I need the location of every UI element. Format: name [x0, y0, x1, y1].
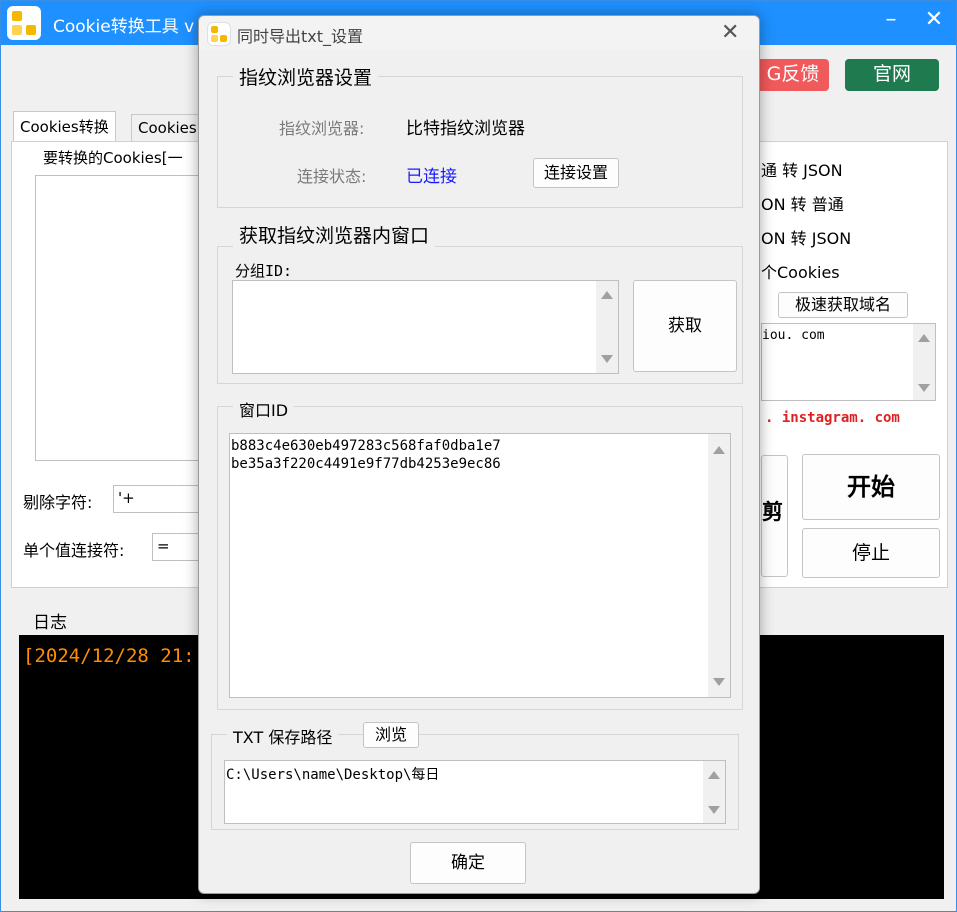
stop-button[interactable]: 停止	[802, 528, 940, 578]
domain-scrollbar[interactable]	[913, 324, 935, 400]
conn-status-label: 连接状态:	[297, 167, 367, 186]
save-path-input[interactable]: C:\Users\name\Desktop\每日	[224, 760, 726, 824]
joiner-input[interactable]: =	[152, 533, 204, 561]
close-icon[interactable]: ✕	[916, 7, 952, 32]
window-id-line-1: b883c4e630eb497283c568faf0dba1e7	[231, 438, 501, 454]
group-id-label: 分组ID:	[235, 262, 293, 280]
group-id-input[interactable]	[232, 280, 619, 374]
domain-textbox[interactable]: iou. com	[761, 323, 936, 401]
tab-cookies-other[interactable]: Cookies	[131, 114, 204, 141]
website-button[interactable]: 官网	[845, 59, 939, 91]
start-button[interactable]: 开始	[802, 454, 940, 520]
option-normal-to-json[interactable]: 通 转 JSON	[761, 157, 843, 181]
dialog-title: 同时导出txt_设置	[237, 27, 364, 46]
scroll-up-icon[interactable]	[708, 771, 720, 779]
window-id-textbox[interactable]: b883c4e630eb497283c568faf0dba1e7 be35a3f…	[229, 433, 731, 698]
dialog-logo-icon	[207, 22, 231, 46]
strip-label: 剔除字符:	[23, 493, 93, 512]
scroll-down-icon[interactable]	[601, 355, 613, 363]
joiner-label: 单个值连接符:	[23, 541, 125, 560]
instagram-domain: . instagram. com	[765, 410, 900, 426]
dialog-titlebar: 同时导出txt_设置 ✕	[199, 16, 759, 50]
dialog-close-icon[interactable]: ✕	[721, 20, 739, 45]
option-json-to-json[interactable]: ON 转 JSON	[761, 225, 851, 249]
cut-button[interactable]: 剪	[761, 455, 788, 577]
fp-browser-label: 指纹浏览器:	[279, 119, 365, 138]
scroll-down-icon[interactable]	[708, 806, 720, 814]
minimize-icon[interactable]: –	[873, 7, 909, 32]
fp-group-title: 指纹浏览器设置	[233, 63, 379, 90]
convert-group-title: 要转换的Cookies[一	[39, 147, 187, 168]
cut-label: 剪	[762, 500, 783, 524]
window-id-group-title: 窗口ID	[233, 397, 295, 421]
scroll-up-icon[interactable]	[713, 446, 725, 454]
fast-domain-button[interactable]: 极速获取域名	[778, 292, 908, 318]
scroll-down-icon[interactable]	[918, 384, 930, 392]
save-path-scrollbar[interactable]	[703, 761, 725, 823]
export-settings-dialog: 同时导出txt_设置 ✕ 指纹浏览器设置 指纹浏览器: 比特指纹浏览器 连接状态…	[198, 15, 760, 894]
strip-input[interactable]: '+	[113, 485, 203, 513]
fp-browser-group	[217, 76, 743, 208]
window-id-scrollbar[interactable]	[708, 434, 730, 697]
fp-browser-value: 比特指纹浏览器	[406, 119, 525, 139]
scroll-down-icon[interactable]	[713, 678, 725, 686]
option-json-to-normal[interactable]: ON 转 普通	[761, 191, 844, 215]
feedback-button[interactable]: G反馈	[757, 59, 829, 91]
ok-button[interactable]: 确定	[410, 842, 526, 884]
domain-text: iou. com	[762, 328, 825, 343]
conn-status-value: 已连接	[406, 167, 457, 187]
app-logo-icon	[7, 6, 41, 40]
scroll-up-icon[interactable]	[601, 291, 613, 299]
group-id-scrollbar[interactable]	[596, 281, 618, 373]
browse-button[interactable]: 浏览	[363, 722, 419, 748]
save-group-title: TXT 保存路径	[227, 724, 339, 748]
save-path-value: C:\Users\name\Desktop\每日	[226, 767, 440, 783]
conn-settings-button[interactable]: 连接设置	[533, 158, 619, 188]
scroll-up-icon[interactable]	[918, 334, 930, 342]
fetch-group-title: 获取指纹浏览器内窗口	[233, 221, 436, 248]
option-single-cookies[interactable]: 个Cookies	[761, 259, 840, 283]
tab-cookies-convert[interactable]: Cookies转换	[13, 111, 116, 141]
fetch-button[interactable]: 获取	[633, 280, 737, 372]
log-text: [2024/12/28 21:	[23, 645, 195, 667]
main-window-title: Cookie转换工具 v	[53, 17, 195, 37]
cookies-input[interactable]	[35, 175, 205, 461]
log-title: 日志	[33, 613, 67, 633]
window-id-line-2: be35a3f220c4491e9f77db4253e9ec86	[231, 456, 501, 472]
